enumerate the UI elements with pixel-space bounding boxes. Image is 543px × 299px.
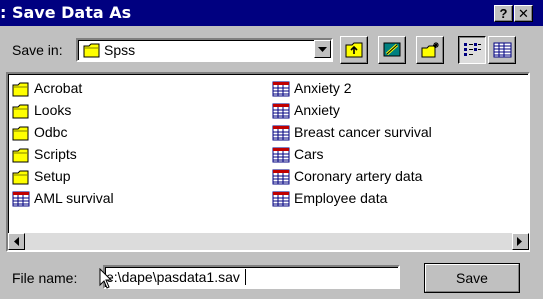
new-folder-icon <box>421 42 439 58</box>
text-caret <box>245 269 246 285</box>
save-in-value: Spss <box>104 42 136 58</box>
view-desktop-button[interactable] <box>378 36 406 64</box>
data-file-icon <box>272 103 290 119</box>
folder-icon <box>12 126 29 141</box>
save-in-dropdown[interactable]: Spss <box>76 38 333 62</box>
desktop-icon <box>383 42 401 57</box>
list-item-label: Breast cancer survival <box>294 124 432 140</box>
file-name-label: File name: <box>12 270 78 286</box>
list-item-label: Setup <box>34 168 71 184</box>
chevron-down-icon <box>318 47 327 52</box>
save-button-label: Save <box>456 270 488 286</box>
list-view-icon <box>464 43 481 56</box>
scroll-left-button[interactable] <box>8 233 25 250</box>
details-view-button[interactable] <box>488 36 516 64</box>
file-name-input[interactable]: e:\dape\pasdata1.sav <box>103 265 400 289</box>
dropdown-button[interactable] <box>314 40 331 58</box>
data-file-icon <box>272 125 290 141</box>
folder-icon <box>12 148 29 163</box>
data-file-icon <box>272 81 290 97</box>
up-one-level-button[interactable] <box>340 36 368 64</box>
arrow-right-icon <box>517 237 522 246</box>
save-in-label: Save in: <box>12 42 63 58</box>
horizontal-scrollbar[interactable] <box>8 233 529 250</box>
data-file-icon <box>272 147 290 163</box>
list-item-label: Acrobat <box>34 80 83 96</box>
folder-icon <box>83 43 100 58</box>
list-item-label: Anxiety <box>294 102 340 118</box>
list-item-label: Scripts <box>34 146 77 162</box>
folder-icon <box>12 104 29 119</box>
data-file-icon <box>272 169 290 185</box>
data-file-icon <box>12 191 30 207</box>
save-button[interactable]: Save <box>424 263 520 293</box>
arrow-left-icon <box>14 237 19 246</box>
window-title: : Save Data As <box>0 3 132 22</box>
list-item-label: Cars <box>294 146 324 162</box>
details-view-icon <box>493 42 512 58</box>
list-item-label: AML survival <box>34 190 114 206</box>
list-item-label: Looks <box>34 102 72 118</box>
file-list[interactable]: Acrobat Looks Odbc Scripts Setup AML sur… <box>6 72 530 252</box>
title-bar[interactable]: : Save Data As ? ✕ <box>0 0 543 26</box>
help-button[interactable]: ? <box>494 5 513 22</box>
list-view-button[interactable] <box>458 36 486 64</box>
mouse-pointer-icon <box>99 268 113 289</box>
list-item-label: Odbc <box>34 124 68 140</box>
up-folder-icon <box>345 42 363 58</box>
list-item-label: Anxiety 2 <box>294 80 352 96</box>
file-name-value: e:\dape\pasdata1.sav <box>106 269 240 285</box>
folder-icon <box>12 170 29 185</box>
list-item-label: Employee data <box>294 190 388 206</box>
save-data-as-dialog: : Save Data As ? ✕ Save in: Spss Acrobat… <box>0 0 543 299</box>
data-file-icon <box>272 191 290 207</box>
list-item-label: Coronary artery data <box>294 168 423 184</box>
scroll-right-button[interactable] <box>512 233 529 250</box>
close-button[interactable]: ✕ <box>514 5 533 22</box>
create-new-folder-button[interactable] <box>416 36 444 64</box>
folder-icon <box>12 82 29 97</box>
